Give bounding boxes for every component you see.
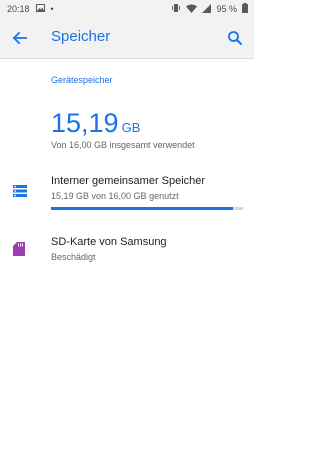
battery-percent: 95 % [216,4,237,14]
vibrate-icon [171,3,181,15]
sd-card-item[interactable]: SD-Karte von Samsung Beschädigt [0,232,254,272]
status-bar: 20:18 • 95 % [0,0,254,18]
notification-dot: • [50,4,54,14]
back-button[interactable] [9,27,31,49]
sd-card-icon [13,242,25,261]
storage-list-icon [13,184,27,202]
used-number: 15,19 [51,108,119,138]
item-subtitle: 15,19 GB von 16,00 GB genutzt [51,191,179,201]
internal-storage-item[interactable]: Interner gemeinsamer Speicher 15,19 GB v… [0,170,254,220]
storage-progress-fill [51,207,234,210]
section-header: Gerätespeicher [51,75,113,85]
battery-icon [242,3,248,15]
search-icon [224,31,246,53]
image-icon [35,4,45,14]
used-storage-value: 15,19 GB [51,108,140,139]
signal-icon [202,3,212,15]
app-bar: Speicher [0,18,254,59]
storage-summary: Von 16,00 GB insgesamt verwendet [51,140,195,150]
arrow-back-icon [9,31,31,53]
item-title: Interner gemeinsamer Speicher [51,175,206,187]
search-button[interactable] [224,27,246,49]
wifi-icon [186,4,198,15]
storage-progress-bar [51,207,243,210]
item-title: SD-Karte von Samsung [51,236,167,248]
item-subtitle: Beschädigt [51,252,96,262]
status-time: 20:18 [7,4,30,14]
page-title: Speicher [51,28,111,45]
used-unit: GB [121,120,141,135]
